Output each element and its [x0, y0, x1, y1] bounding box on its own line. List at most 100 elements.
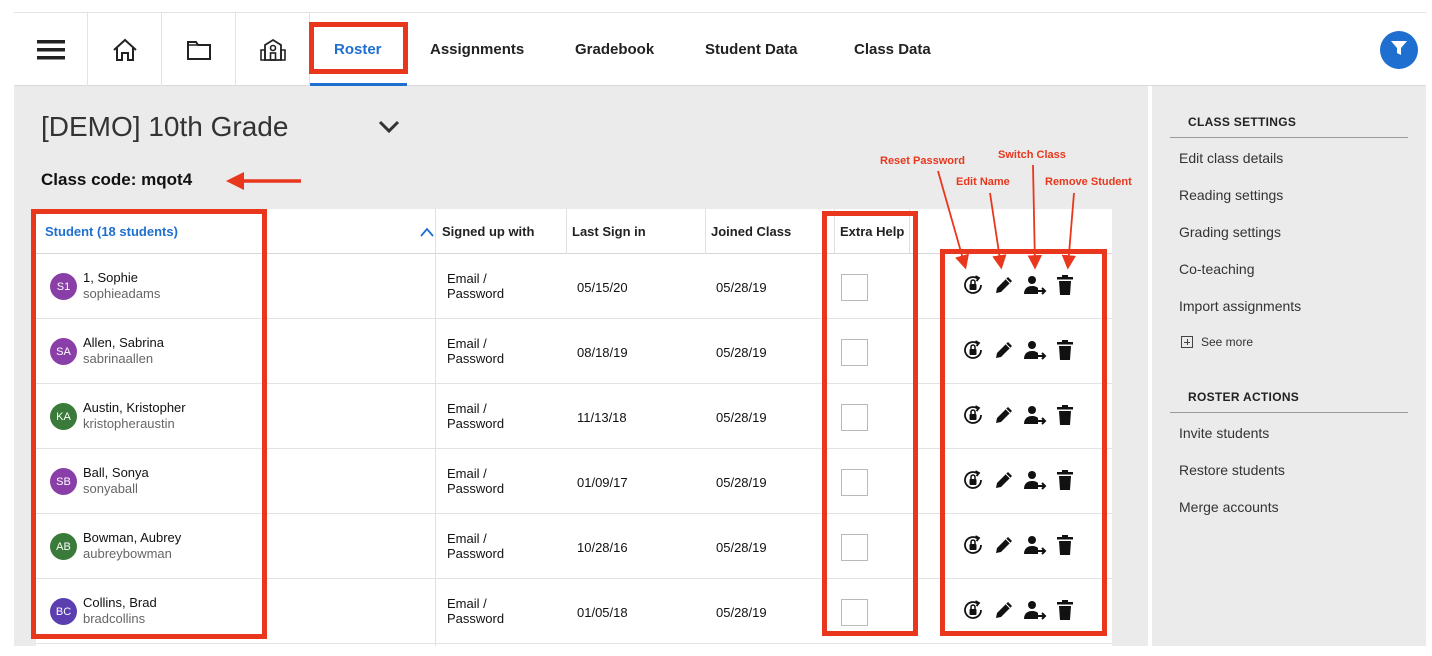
edit-name-icon — [993, 404, 1015, 431]
avatar: KA — [50, 403, 77, 430]
column-divider — [705, 209, 706, 254]
student-name[interactable]: Ball, Sonya — [83, 465, 149, 480]
sort-ascending-icon[interactable] — [420, 224, 434, 242]
edit-name-button[interactable] — [991, 534, 1017, 560]
co-teaching-link[interactable]: Co-teaching — [1179, 261, 1255, 277]
reset-password-icon — [961, 273, 985, 302]
edit-name-icon — [993, 599, 1015, 626]
switch-class-button[interactable] — [1022, 469, 1048, 495]
edit-name-icon — [993, 339, 1015, 366]
remove-student-button[interactable] — [1052, 404, 1078, 430]
student-name[interactable]: 1, Sophie — [83, 270, 138, 285]
school-button[interactable] — [236, 13, 310, 86]
annotation-edit-name: Edit Name — [956, 176, 1010, 188]
reset-password-button[interactable] — [960, 534, 986, 560]
student-column-header[interactable]: Student (18 students) — [45, 209, 178, 254]
joined-class-date: 05/28/19 — [716, 345, 767, 360]
tab-student-data[interactable]: Student Data — [705, 13, 798, 86]
reset-password-button[interactable] — [960, 339, 986, 365]
invite-students-link[interactable]: Invite students — [1179, 425, 1269, 441]
edit-name-icon — [993, 274, 1015, 301]
last-sign-in-column-header: Last Sign in — [572, 224, 646, 239]
table-row: BC Collins, Brad bradcollins Email / Pas… — [36, 579, 1112, 644]
edit-name-button[interactable] — [991, 469, 1017, 495]
see-more-button[interactable]: See more — [1181, 335, 1253, 349]
filter-button[interactable] — [1380, 31, 1418, 69]
divider — [1170, 412, 1408, 413]
edit-name-button[interactable] — [991, 339, 1017, 365]
column-divider — [566, 209, 567, 254]
tab-gradebook[interactable]: Gradebook — [575, 13, 654, 86]
last-sign-in-date: 01/09/17 — [577, 475, 628, 490]
table-row: SB Ball, Sonya sonyaball Email / Passwor… — [36, 449, 1112, 514]
student-name[interactable]: Austin, Kristopher — [83, 400, 186, 415]
signup-method-line2: Password — [447, 416, 505, 431]
remove-student-icon — [1056, 469, 1074, 496]
remove-student-button[interactable] — [1052, 274, 1078, 300]
student-name[interactable]: Collins, Brad — [83, 595, 157, 610]
switch-class-button[interactable] — [1022, 404, 1048, 430]
import-assignments-link[interactable]: Import assignments — [1179, 298, 1301, 314]
extra-help-checkbox[interactable] — [841, 534, 868, 561]
joined-class-date: 05/28/19 — [716, 540, 767, 555]
remove-student-icon — [1056, 274, 1074, 301]
class-title: [DEMO] 10th Grade — [41, 111, 289, 142]
edit-name-button[interactable] — [991, 274, 1017, 300]
menu-button[interactable] — [14, 13, 88, 86]
table-row: S1 1, Sophie sophieadams Email / Passwor… — [36, 254, 1112, 319]
remove-student-button[interactable] — [1052, 469, 1078, 495]
reset-password-icon — [961, 598, 985, 627]
right-sidebar: CLASS SETTINGS Edit class details Readin… — [1152, 86, 1426, 646]
restore-students-link[interactable]: Restore students — [1179, 462, 1285, 478]
extra-help-column-header: Extra Help — [840, 224, 905, 239]
edit-class-details-link[interactable]: Edit class details — [1179, 150, 1283, 166]
switch-class-icon — [1023, 534, 1047, 561]
reset-password-button[interactable] — [960, 274, 986, 300]
joined-class-date: 05/28/19 — [716, 605, 767, 620]
tab-assignments[interactable]: Assignments — [430, 13, 524, 86]
last-sign-in-date: 10/28/16 — [577, 540, 628, 555]
switch-class-button[interactable] — [1022, 274, 1048, 300]
reset-password-button[interactable] — [960, 599, 986, 625]
remove-student-button[interactable] — [1052, 534, 1078, 560]
extra-help-checkbox[interactable] — [841, 469, 868, 496]
school-icon — [259, 38, 287, 62]
extra-help-checkbox[interactable] — [841, 274, 868, 301]
annotation-reset-password: Reset Password — [880, 155, 965, 167]
extra-help-checkbox[interactable] — [841, 339, 868, 366]
switch-class-icon — [1023, 404, 1047, 431]
signup-method-line2: Password — [447, 351, 505, 366]
merge-accounts-link[interactable]: Merge accounts — [1179, 499, 1279, 515]
class-code: Class code: mqot4 — [41, 170, 193, 189]
reading-settings-link[interactable]: Reading settings — [1179, 187, 1283, 203]
signup-method-line2: Password — [447, 481, 505, 496]
student-name[interactable]: Allen, Sabrina — [83, 335, 164, 350]
student-name[interactable]: Bowman, Aubrey — [83, 530, 181, 545]
home-button[interactable] — [88, 13, 162, 86]
avatar: SA — [50, 338, 77, 365]
extra-help-checkbox[interactable] — [841, 404, 868, 431]
remove-student-button[interactable] — [1052, 599, 1078, 625]
class-selector[interactable] — [378, 120, 400, 139]
folder-button[interactable] — [162, 13, 236, 86]
tab-class-data[interactable]: Class Data — [854, 13, 931, 86]
grading-settings-link[interactable]: Grading settings — [1179, 224, 1281, 240]
edit-name-button[interactable] — [991, 404, 1017, 430]
tab-roster[interactable]: Roster — [334, 13, 382, 86]
plus-box-icon — [1181, 336, 1193, 348]
reset-password-icon — [961, 468, 985, 497]
class-settings-heading: CLASS SETTINGS — [1188, 115, 1297, 129]
reset-password-button[interactable] — [960, 404, 986, 430]
top-navigation: Roster Assignments Gradebook Student Dat… — [14, 12, 1426, 86]
last-sign-in-date: 08/18/19 — [577, 345, 628, 360]
switch-class-button[interactable] — [1022, 339, 1048, 365]
switch-class-button[interactable] — [1022, 599, 1048, 625]
reset-password-button[interactable] — [960, 469, 986, 495]
remove-student-button[interactable] — [1052, 339, 1078, 365]
edit-name-button[interactable] — [991, 599, 1017, 625]
remove-student-icon — [1056, 534, 1074, 561]
see-more-label: See more — [1201, 335, 1254, 349]
switch-class-button[interactable] — [1022, 534, 1048, 560]
extra-help-checkbox[interactable] — [841, 599, 868, 626]
edit-name-icon — [993, 469, 1015, 496]
